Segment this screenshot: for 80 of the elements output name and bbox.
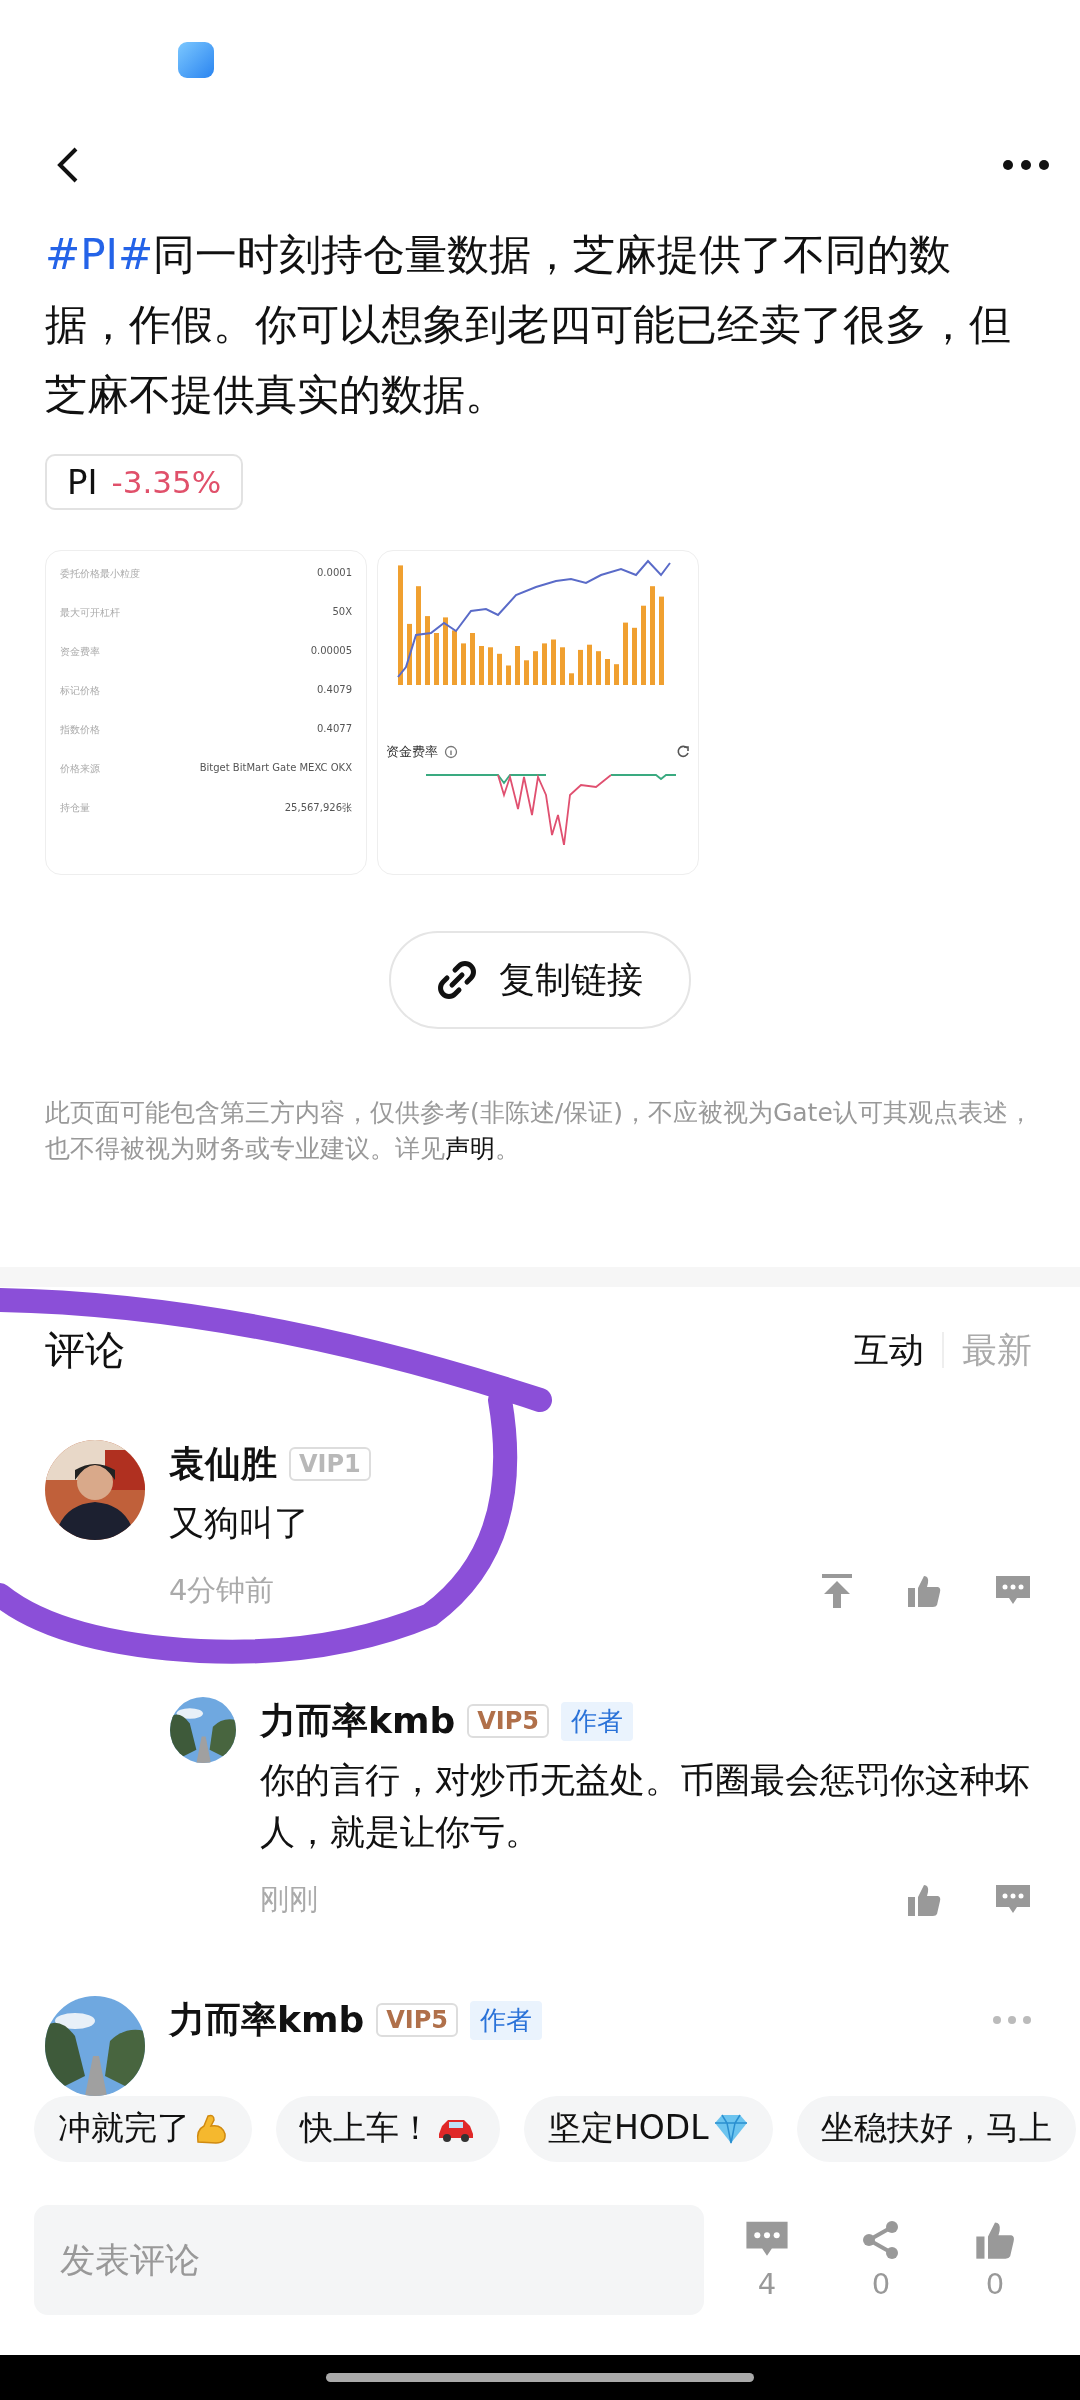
chart-bar bbox=[479, 646, 484, 685]
link-icon bbox=[437, 960, 477, 1000]
table-label: 资金费率 bbox=[60, 645, 100, 659]
chart-bar bbox=[605, 659, 610, 685]
chart-bar bbox=[506, 665, 511, 685]
chart-bar bbox=[551, 639, 556, 685]
chart-bar bbox=[578, 649, 583, 685]
quick-reply-chip[interactable]: 冲就完了 bbox=[34, 2095, 252, 2162]
vip-badge: VIP1 bbox=[289, 1447, 371, 1482]
chart-bar bbox=[614, 664, 619, 685]
chart-title: 资金费率 bbox=[386, 743, 438, 761]
copy-link-button[interactable]: 复制链接 bbox=[389, 931, 691, 1029]
chart-bar bbox=[542, 643, 547, 685]
chart-bar bbox=[425, 616, 430, 685]
price-change: -3.35% bbox=[111, 464, 222, 500]
vip-badge: VIP5 bbox=[467, 1704, 550, 1739]
refresh-icon bbox=[676, 745, 690, 759]
chart-bar bbox=[443, 617, 448, 685]
app-icon bbox=[178, 42, 214, 78]
info-icon bbox=[444, 745, 458, 759]
table-value: 0.4077 bbox=[317, 723, 352, 736]
count-label: 4 bbox=[757, 2267, 777, 2302]
table-value: 0.4079 bbox=[317, 684, 352, 697]
chart-bar bbox=[524, 660, 529, 685]
table-value: Bitget BitMart Gate MEXC OKX bbox=[199, 762, 352, 775]
author-badge: 作者 bbox=[561, 1701, 634, 1741]
table-value: 0.00005 bbox=[310, 645, 352, 658]
back-icon[interactable] bbox=[56, 145, 80, 185]
chart-bar bbox=[470, 633, 475, 685]
chart-bar bbox=[587, 644, 592, 685]
table-label: 价格来源 bbox=[60, 762, 100, 776]
table-value: 50X bbox=[332, 606, 352, 619]
ticker-chip[interactable]: PI -3.35% bbox=[45, 454, 244, 510]
comments-title: 评论 bbox=[45, 1325, 125, 1375]
count-label: 0 bbox=[985, 2267, 1005, 2302]
table-value: 0.0001 bbox=[317, 567, 352, 580]
chart-bar bbox=[461, 643, 466, 685]
comment-text: 又狗叫了 bbox=[169, 1501, 310, 1545]
chart-bar bbox=[407, 623, 412, 685]
table-label: 最大可开杠杆 bbox=[60, 606, 120, 620]
chart-bar bbox=[533, 651, 538, 685]
chart-bar bbox=[596, 651, 601, 685]
chart-bar bbox=[515, 646, 520, 685]
user-name[interactable]: 力而率kmb bbox=[260, 1696, 456, 1746]
disclaimer-text: 此页面可能包含第三方内容，仅供参考(非陈述/保证)，不应被视为Gate认可其观点表述，也不得被视为财务或专业建议。详见声明。 bbox=[44, 1097, 1034, 1165]
quick-reply-chip[interactable]: 快上车！ bbox=[276, 2095, 500, 2162]
gem-icon bbox=[712, 2112, 749, 2145]
table-label: 标记价格 bbox=[60, 684, 100, 698]
statement-link[interactable]: 声明 bbox=[445, 1134, 495, 1163]
count-label: 0 bbox=[871, 2267, 891, 2302]
author-badge: 作者 bbox=[470, 2000, 543, 2040]
quick-reply-chip[interactable]: 坚定HODL bbox=[524, 2095, 773, 2162]
more-icon[interactable] bbox=[1002, 159, 1050, 171]
chart-bar bbox=[632, 627, 637, 685]
chart-bar bbox=[488, 647, 493, 685]
hashtag-link[interactable]: #PI# bbox=[45, 230, 154, 279]
chart-bar bbox=[569, 673, 574, 685]
comment-input-field[interactable]: 发表评论 bbox=[34, 2205, 704, 2316]
user-name[interactable]: 袁仙胜 bbox=[169, 1439, 277, 1489]
pin-to-top-icon[interactable] bbox=[820, 1571, 854, 1610]
table-label: 委托价格最小粒度 bbox=[60, 567, 140, 581]
screenshot-card[interactable]: 委托价格最小粒度 0.0001 最大可开杠杆 50X 资金费率 0.00005 标记价格 0.4079 指数价格 0.4077 价格来源 Bitget BitMart Gate MEXC OKX 持仓量 25,567,926张 bbox=[45, 550, 367, 875]
table-label: 持仓量 bbox=[60, 801, 90, 815]
chart-bar bbox=[623, 622, 628, 685]
chart-bar bbox=[452, 630, 457, 685]
table-label: 指数价格 bbox=[60, 723, 100, 737]
user-name[interactable]: 力而率kmb bbox=[169, 1995, 365, 2045]
sort-tab[interactable]: 互动 bbox=[854, 1326, 924, 1374]
vip-badge: VIP5 bbox=[376, 2003, 459, 2038]
comment-time: 刚刚 bbox=[260, 1880, 318, 1918]
comment-text: 你的言行，对炒币无益处。币圈最会惩罚你这种坏人，就是让你亏。 bbox=[260, 1758, 1031, 1854]
chart-bar bbox=[434, 633, 439, 685]
table-value: 25,567,926张 bbox=[284, 801, 352, 815]
quick-reply-chip[interactable]: 坐稳扶好，马上 bbox=[796, 2095, 1076, 2162]
post-text: #PI#同一时刻持仓量数据，芝麻提供了不同的数据，作假。你可以想象到老四可能已经卖了很多，但芝麻不提供真实的数据。 bbox=[44, 229, 1012, 421]
chart-bar bbox=[497, 653, 502, 685]
ticker-symbol: PI bbox=[67, 462, 98, 502]
screenshot-card[interactable]: 资金费率 bbox=[377, 550, 699, 875]
chart-bar bbox=[560, 647, 565, 685]
comment-time: 4分钟前 bbox=[169, 1571, 275, 1609]
